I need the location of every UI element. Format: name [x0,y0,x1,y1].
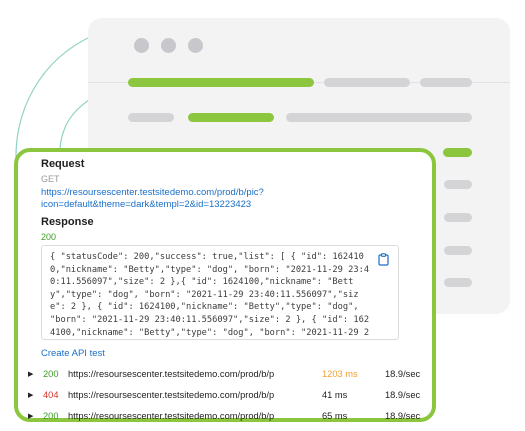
placeholder-bar [324,78,410,87]
status-code: 200 [43,369,59,379]
placeholder-bar [188,113,274,122]
expand-arrow-icon[interactable]: ▶ [28,391,33,399]
status-code: 200 [43,411,59,421]
placeholder-bar [286,113,472,122]
response-body-text: { "statusCode": 200,"success": true,"lis… [50,252,370,338]
response-time: 1203 ms [322,369,358,379]
clipboard-icon[interactable] [378,253,389,271]
status-code: 404 [43,390,59,400]
create-api-test-link[interactable]: Create API test [41,348,105,359]
response-time: 41 ms [322,390,348,400]
request-method: GET [41,174,60,184]
window-dot [161,38,176,53]
response-time: 65 ms [322,411,348,421]
request-url: https://resoursescenter.testsitedemo.com… [68,369,275,379]
request-row[interactable]: ▶ 200 https://resoursescenter.testsitedemo… [28,408,423,426]
request-rate: 18.9/sec [385,411,421,421]
request-row[interactable]: ▶ 200 https://resoursescenter.testsitedemo… [28,366,423,384]
placeholder-bar [128,113,174,122]
response-body-box[interactable]: { "statusCode": 200,"success": true,"lis… [41,245,399,340]
request-heading: Request [41,158,85,170]
request-rate: 18.9/sec [385,369,421,379]
placeholder-bar [444,180,472,189]
expand-arrow-icon[interactable]: ▶ [28,370,33,378]
api-request-card: Request GET https://resoursescenter.test… [14,148,436,422]
window-dot [188,38,203,53]
response-heading: Response [41,216,94,228]
placeholder-bar [444,246,472,255]
placeholder-bar [444,278,472,287]
request-url: https://resoursescenter.testsitedemo.com… [68,390,275,400]
placeholder-bar [443,148,472,157]
request-url-link[interactable]: https://resoursescenter.testsitedemo.com… [41,187,301,211]
request-url: https://resoursescenter.testsitedemo.com… [68,411,275,421]
response-status: 200 [41,232,57,242]
request-row[interactable]: ▶ 404 https://resoursescenter.testsitedemo… [28,387,423,405]
request-rate: 18.9/sec [385,390,421,400]
placeholder-bar [420,78,472,87]
placeholder-bar [128,78,314,87]
expand-arrow-icon[interactable]: ▶ [28,412,33,420]
placeholder-bar [444,213,472,222]
window-dot [134,38,149,53]
